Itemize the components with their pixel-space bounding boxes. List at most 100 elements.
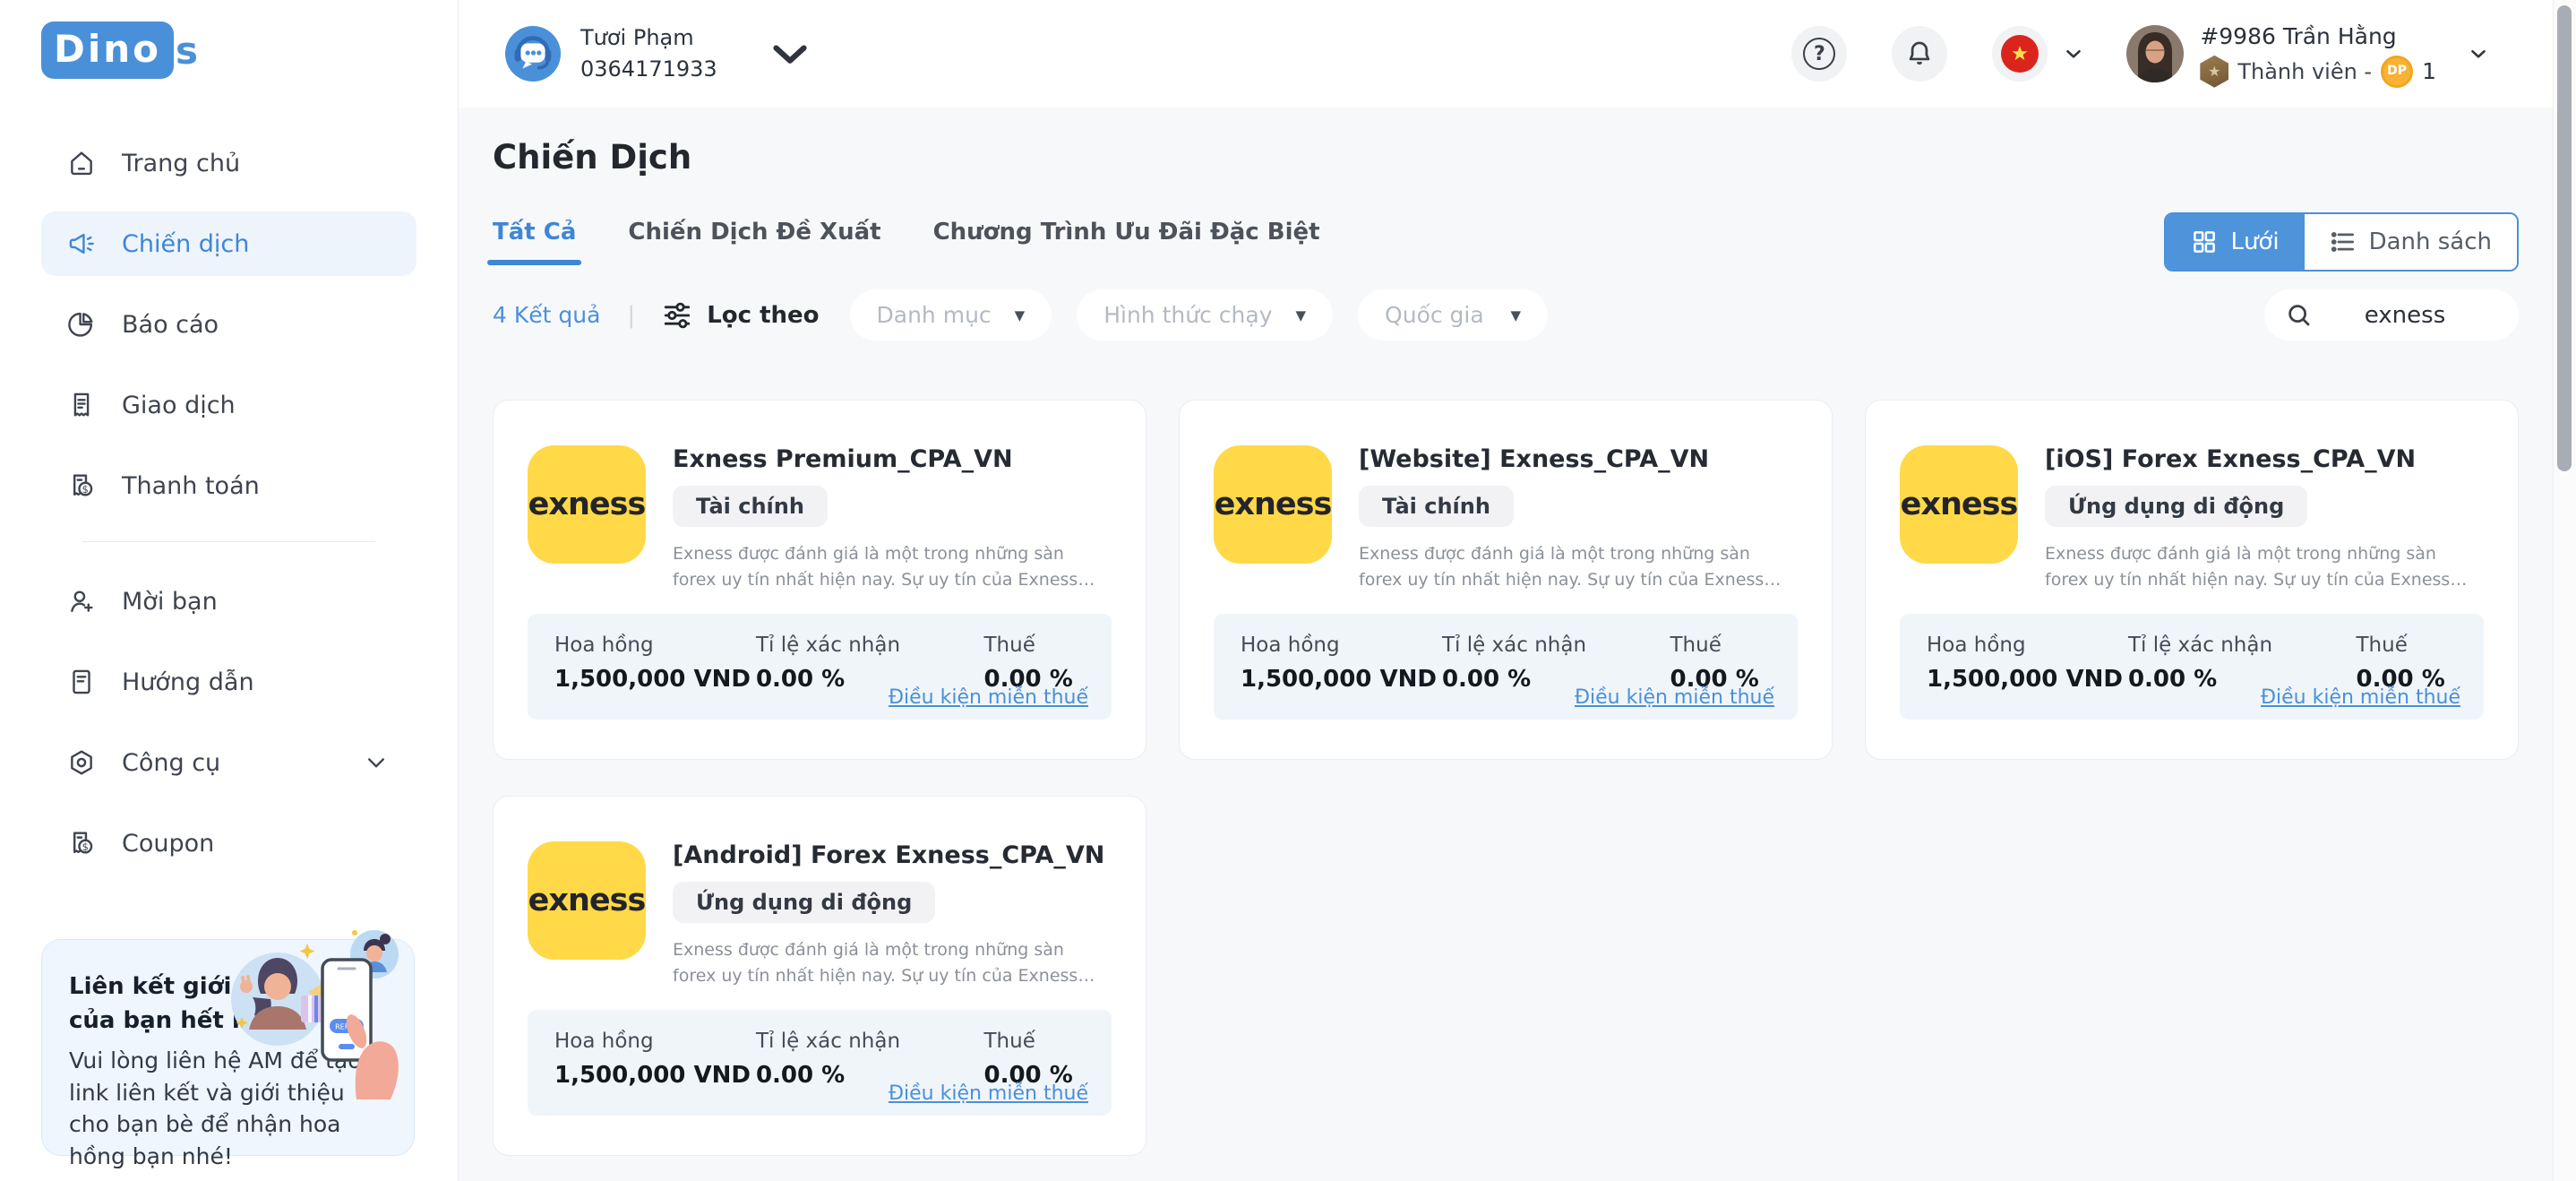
grid-icon [2191,228,2218,255]
list-view-label: Danh sách [2369,228,2492,255]
svg-text:$: $ [82,483,89,496]
sidebar-item-campaigns[interactable]: Chiến dịch [41,211,416,276]
sidebar-item-transactions[interactable]: Giao dịch [41,373,416,437]
flag-button [1992,26,2048,82]
sidebar-item-invite[interactable]: Mời bạn [41,569,416,634]
help-button[interactable]: ? [1791,26,1847,82]
stats-panel: Hoa hồng 1,500,000 VND Tỉ lệ xác nhận 0.… [1900,614,2484,720]
campaign-title: [iOS] Forex Exness_CPA_VN [2045,445,2484,473]
stats-panel: Hoa hồng 1,500,000 VND Tỉ lệ xác nhận 0.… [528,1010,1112,1116]
campaign-card[interactable]: exness [Website] Exness_CPA_VN Tài chính… [1179,400,1833,760]
grid-view-label: Lưới [2230,228,2279,255]
support-contact[interactable]: Tươi Phạm 0364171933 [505,22,818,85]
promo-body: Vui lòng liên hệ AM để tạo link liên kết… [69,1045,365,1172]
scrollbar-thumb[interactable] [2557,5,2572,471]
sidebar-item-coupon[interactable]: $ Coupon [41,811,416,875]
payment-receipt-icon: $ [66,470,97,501]
page-scrollbar [2553,0,2576,1181]
sidebar-item-tools[interactable]: Công cụ [41,730,416,795]
language-selector[interactable] [1947,26,2085,82]
sidebar-item-label: Coupon [122,830,214,858]
notifications-button[interactable] [1892,26,1947,82]
grid-view-button[interactable]: Lưới [2166,214,2304,270]
promo-title: Liên kết giới thiệu của bạn hết hạn [69,970,347,1038]
tax-exemption-link[interactable]: Điều kiện miễn thuế [1575,686,1774,709]
caret-down-icon: ▼ [1511,307,1522,323]
tax-exemption-link[interactable]: Điều kiện miễn thuế [2261,686,2460,709]
tax-stat: Thuế 0.00 % [1670,634,1771,693]
category-dropdown[interactable]: Danh mục ▼ [850,289,1052,341]
run-type-placeholder: Hình thức chạy [1103,302,1272,328]
tax-stat: Thuế 0.00 % [984,634,1085,693]
user-tier-label: Thành viên - [2237,56,2372,88]
campaign-description: Exness được đánh giá là một trong những … [1359,541,1798,592]
list-icon [2330,228,2357,255]
support-name: Tươi Phạm [580,22,717,54]
stats-panel: Hoa hồng 1,500,000 VND Tỉ lệ xác nhận 0.… [1214,614,1798,720]
caret-down-icon: ▼ [1296,307,1307,323]
confirm-rate-stat: Tỉ lệ xác nhận 0.00 % [1442,634,1670,693]
confirm-rate-stat: Tỉ lệ xác nhận 0.00 % [756,1030,984,1089]
sidebar: Dino s Trang chủ Chiến dịch Báo cáo Giao… [0,0,459,1181]
search-input[interactable] [2313,302,2497,329]
sidebar-item-label: Công cụ [122,749,220,777]
view-toggle: Lưới Danh sách [2164,212,2519,272]
vertical-divider: | [627,302,635,329]
sidebar-divider [82,541,375,542]
commission-stat: Hoa hồng 1,500,000 VND [554,634,756,693]
home-icon [66,148,97,178]
campaign-card[interactable]: exness [Android] Forex Exness_CPA_VN Ứng… [493,796,1146,1156]
caret-down-icon: ▼ [1015,307,1026,323]
category-tag: Ứng dụng di động [2045,486,2307,527]
user-menu[interactable]: #9986 Trần Hằng ★ Thành viên - DP 1 [2126,20,2490,89]
tier-badge-icon: ★ [2200,56,2228,88]
tab-all[interactable]: Tất Cả [493,219,576,265]
commission-stat: Hoa hồng 1,500,000 VND [1241,634,1442,693]
sidebar-item-reports[interactable]: Báo cáo [41,292,416,357]
main-content: Chiến Dịch Tất Cả Chiến Dịch Đề Xuất Chư… [459,108,2576,1181]
tab-special-offers[interactable]: Chương Trình Ưu Đãi Đặc Biệt [933,219,1320,265]
exness-logo: exness [1900,445,2018,564]
list-view-button[interactable]: Danh sách [2305,214,2517,270]
tax-exemption-link[interactable]: Điều kiện miễn thuế [889,686,1088,709]
category-tag: Tài chính [1359,486,1514,527]
filter-row: 4 Kết quả | Lọc theo Danh mục ▼ Hình thứ… [493,289,2519,341]
category-tag: Ứng dụng di động [673,882,935,923]
exness-logo: exness [528,445,646,564]
tabs-row: Tất Cả Chiến Dịch Đề Xuất Chương Trình Ư… [493,212,2519,272]
filter-by-label: Lọc theo [662,300,819,331]
results-count: 4 Kết quả [493,302,600,328]
campaign-grid: exness Exness Premium_CPA_VN Tài chính E… [493,400,2519,1156]
category-tag: Tài chính [673,486,828,527]
country-dropdown[interactable]: Quốc gia ▼ [1358,289,1548,341]
confirm-rate-stat: Tỉ lệ xác nhận 0.00 % [756,634,984,693]
megaphone-icon [66,228,97,259]
tax-exemption-link[interactable]: Điều kiện miễn thuế [889,1082,1088,1105]
sidebar-item-payments[interactable]: $ Thanh toán [41,453,416,518]
headset-chat-icon [505,26,561,82]
chevron-down-icon [2062,42,2085,65]
avatar [2126,25,2184,82]
tab-suggested-campaigns[interactable]: Chiến Dịch Đề Xuất [628,219,880,265]
campaign-description: Exness được đánh giá là một trong những … [673,937,1112,988]
tax-stat: Thuế 0.00 % [2357,634,2457,693]
dinos-logo[interactable]: Dino s [41,22,458,79]
campaign-title: [Android] Forex Exness_CPA_VN [673,841,1112,869]
sidebar-item-guide[interactable]: Hướng dẫn [41,650,416,714]
person-add-icon [66,586,97,616]
page-title: Chiến Dịch [493,138,2519,177]
app-root: Dino s Trang chủ Chiến dịch Báo cáo Giao… [0,0,2576,1181]
chevron-down-icon [361,747,391,778]
receipt-icon [66,390,97,420]
campaign-description: Exness được đánh giá là một trong những … [2045,541,2484,592]
tabs: Tất Cả Chiến Dịch Đề Xuất Chương Trình Ư… [493,219,1320,265]
run-type-dropdown[interactable]: Hình thức chạy ▼ [1077,289,1333,341]
tools-nut-icon [66,747,97,778]
campaign-card[interactable]: exness Exness Premium_CPA_VN Tài chính E… [493,400,1146,760]
campaign-card[interactable]: exness [iOS] Forex Exness_CPA_VN Ứng dụn… [1865,400,2519,760]
bell-icon [1904,39,1935,69]
sidebar-item-label: Chiến dịch [122,230,249,258]
sliders-icon [662,300,692,331]
sidebar-item-home[interactable]: Trang chủ [41,131,416,195]
sidebar-item-label: Mời bạn [122,588,218,616]
